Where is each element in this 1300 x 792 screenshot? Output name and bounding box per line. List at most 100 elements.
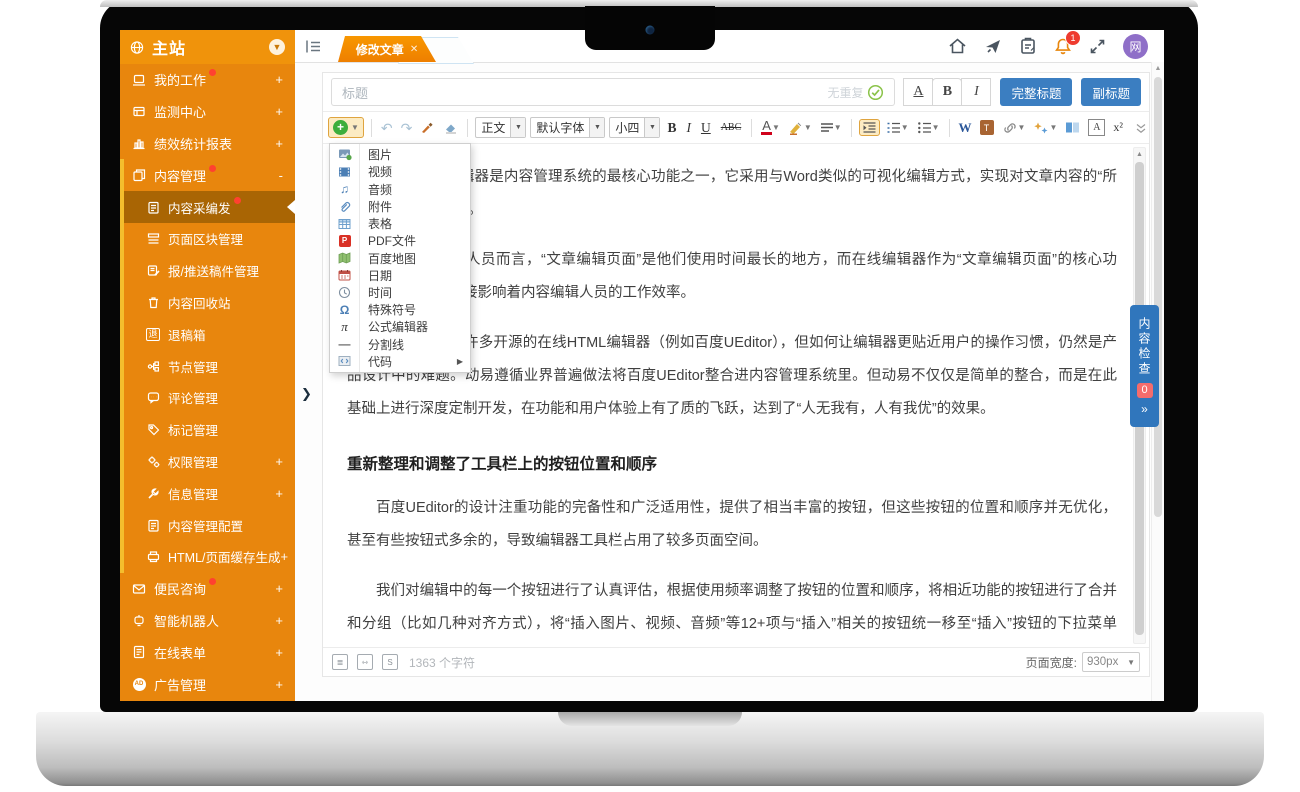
subtitle-button[interactable]: 副标题 [1081,78,1141,106]
page-scrollbar-thumb[interactable] [1154,77,1162,517]
content-check-tab[interactable]: 内容检查 0 » [1130,305,1159,427]
clock-icon [330,286,359,299]
menu-item-audio[interactable]: ♫ 音频 [330,180,470,197]
close-tab-icon[interactable]: ✕ [410,44,418,55]
site-title: 主站 [152,35,269,59]
font-size-select[interactable]: 小四 ▼ [609,117,660,138]
link-button[interactable]: ▼ [1000,121,1028,135]
font-family-select[interactable]: 默认字体 ▼ [530,117,605,138]
page-width-icon[interactable]: ⇿ [357,654,373,670]
home-icon[interactable] [948,37,967,55]
tab-strip: 修改文章 ✕ [338,36,518,62]
scroll-up-icon[interactable]: ▲ [1134,148,1145,160]
chevron-down-icon: ▼ [1127,658,1135,667]
full-title-button[interactable]: 完整标题 [1000,78,1072,106]
laptop-camera-notch [585,6,715,50]
first-line-indent-button[interactable] [859,119,880,136]
menu-item-attachment[interactable]: 附件 [330,198,470,215]
horizontal-rule-icon: — [330,337,359,351]
menu-item-time[interactable]: 时间 [330,284,470,301]
scroll-up-icon[interactable]: ▲ [1152,62,1164,75]
strikethrough-button[interactable]: ABC [718,122,745,133]
title-italic-button[interactable]: I [961,78,991,106]
content-check-badge: 0 [1137,383,1153,398]
omega-icon: Ω [330,303,359,317]
title-font-color-button[interactable]: A [903,78,933,106]
monitor-icon [132,105,146,119]
sidebar-item-content-management[interactable]: 内容管理 - [124,159,295,191]
chevron-down-icon: ▼ [351,123,359,132]
paragraph: 我们对编辑中的每一个按钮进行了认真评估，根据使用频率调整了按钮的位置和顺序，将相… [347,575,1117,647]
menu-item-image[interactable]: 图片 [330,146,470,163]
page-width-select[interactable]: 930px ▼ [1082,652,1140,672]
sidebar-collapse-handle[interactable]: ❯ [301,386,312,402]
menu-item-divider[interactable]: — 分割线 [330,336,470,353]
menu-item-code[interactable]: 代码 ▶ [330,353,470,370]
menu-item-video[interactable]: 视频 [330,163,470,180]
format-painter-button[interactable] [418,119,437,136]
auto-format-button[interactable]: ▼ [1031,120,1059,136]
undo-button[interactable]: ↶ [379,120,395,136]
spellcheck-icon[interactable]: S [382,654,398,670]
user-avatar[interactable]: 网 [1123,34,1148,59]
sidebar-item-html-cache[interactable]: HTML/页面缓存生成 + [124,541,295,573]
title-bold-button[interactable]: B [932,78,962,106]
title-input[interactable]: 标题 无重复 [331,78,895,106]
paragraph-format-select[interactable]: 正文 ▼ [475,117,526,138]
sidebar-item-rejected-box[interactable]: 退 退稿箱 [124,318,295,350]
rocket-icon[interactable] [984,37,1002,55]
tab-edit-article[interactable]: 修改文章 ✕ [338,36,436,62]
fullscreen-icon[interactable] [1089,38,1106,55]
sidebar-item-robot[interactable]: 智能机器人 + [120,605,295,637]
paste-as-text-button[interactable]: T [978,119,996,136]
underline-button[interactable]: U [698,120,714,136]
menu-item-formula-editor[interactable]: π 公式编辑器 [330,318,470,335]
menu-item-pdf[interactable]: P PDF文件 [330,232,470,249]
sidebar-item-performance-report[interactable]: 绩效统计报表 + [120,128,295,160]
sidebar-item-permission-management[interactable]: 权限管理 + [124,446,295,478]
highlight-pen-button[interactable]: ▼ [786,120,814,136]
sidebar-item-push-manuscript[interactable]: 报/推送稿件管理 [124,255,295,287]
char-border-button[interactable]: A [1086,118,1107,137]
sidebar-item-citizen-consult[interactable]: 便民咨询 + [120,573,295,605]
sidebar-item-my-work[interactable]: 我的工作 + [120,64,295,96]
heading: 重新整理和调整了工具栏上的按钮位置和顺序 [347,453,1117,477]
copy-pages-icon [132,168,146,182]
site-switch-chevron-icon[interactable]: ▼ [269,39,285,55]
superscript-button[interactable]: x² [1111,119,1125,136]
sidebar-header[interactable]: 主站 ▼ [120,30,295,64]
italic-button[interactable]: I [683,120,694,136]
menu-item-table[interactable]: 表格 [330,215,470,232]
sidebar-item-monitor-center[interactable]: 监测中心 + [120,96,295,128]
eraser-button[interactable] [441,119,460,136]
source-view-icon[interactable]: ≣ [332,654,348,670]
align-button[interactable]: ▼ [818,121,844,135]
bold-button[interactable]: B [664,120,679,136]
sidebar-item-recycle-bin[interactable]: 内容回收站 [124,287,295,319]
notifications-bell-icon[interactable]: 1 [1054,37,1072,55]
sidebar-item-ad-management[interactable]: AD 广告管理 + [120,668,295,700]
redo-button[interactable]: ↷ [399,120,415,136]
sidebar-item-content-editing[interactable]: 内容采编发 [124,191,295,223]
menu-item-baidu-map[interactable]: 百度地图 [330,249,470,266]
insert-dropdown-button[interactable]: + ▼ [328,117,364,138]
menu-item-special-symbol[interactable]: Ω 特殊符号 [330,301,470,318]
menu-item-date[interactable]: 日期 [330,267,470,284]
audit-note-icon[interactable] [1019,37,1037,55]
columns-layout-button[interactable] [1063,120,1082,135]
sidebar-item-online-form[interactable]: 在线表单 + [120,636,295,668]
sidebar-item-node-management[interactable]: 节点管理 [124,350,295,382]
sidebar-item-page-blocks[interactable]: 页面区块管理 [124,223,295,255]
manuscript-icon [146,264,160,278]
sidebar-item-info-management[interactable]: 信息管理 + [124,477,295,509]
form-icon [132,645,146,659]
ordered-list-button[interactable]: ▼ [884,120,911,135]
collapse-sidebar-icon[interactable] [305,39,322,54]
collapse-toolbar-icon[interactable] [1133,121,1149,135]
import-word-button[interactable]: W [957,119,974,137]
sidebar-item-tag-management[interactable]: 标记管理 [124,414,295,446]
sidebar-item-comment-management[interactable]: 评论管理 [124,382,295,414]
sidebar-item-content-config[interactable]: 内容管理配置 [124,509,295,541]
bullet-list-button[interactable]: ▼ [915,120,942,135]
font-color-button[interactable]: A▼ [759,119,782,136]
